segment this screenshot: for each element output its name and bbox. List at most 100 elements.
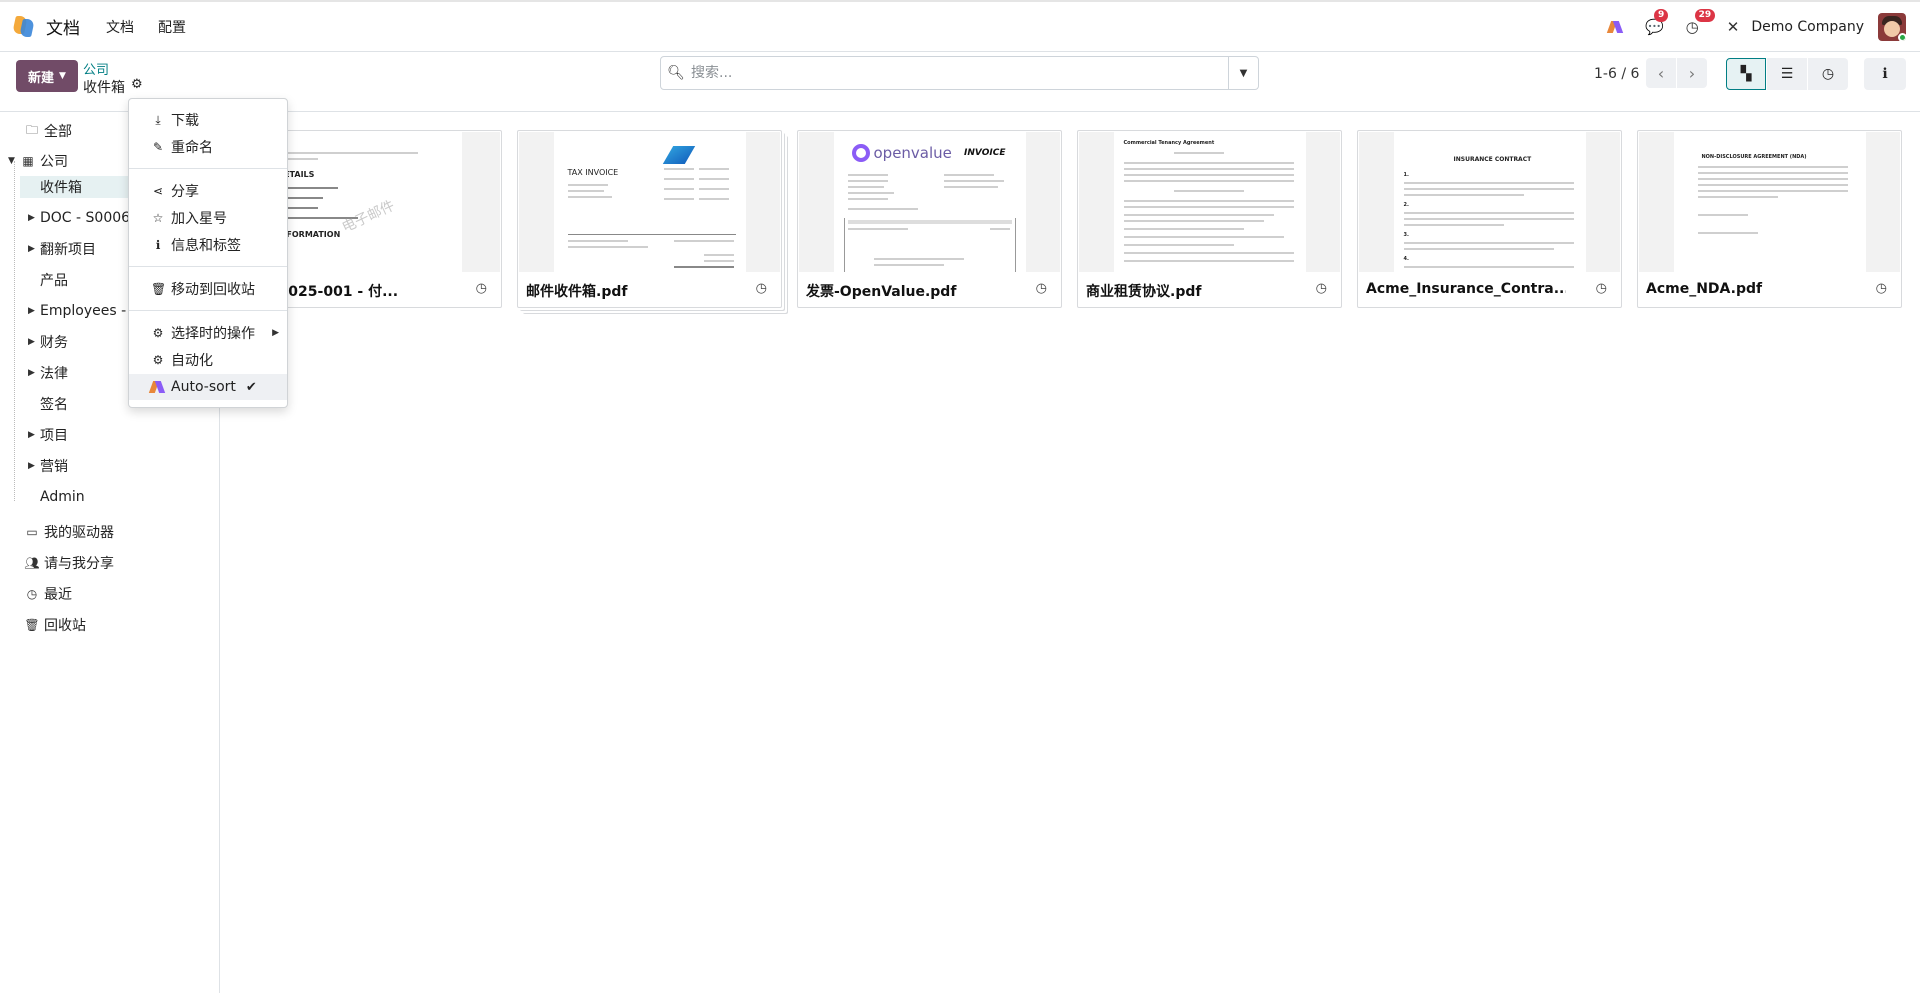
menu-item-label: 分享 [171, 184, 199, 200]
pager-previous-icon[interactable]: ‹ [1646, 58, 1676, 88]
folder-shared-with-me[interactable]: 👥︎ 请与我分享 [24, 552, 114, 574]
folder-recent-label: 最近 [44, 587, 72, 603]
folder-recent[interactable]: ◷ 最近 [24, 583, 72, 605]
document-card[interactable]: openvalue INVOICE 发票-OpenValue.pdf ◷ [797, 130, 1062, 308]
folder-trash[interactable]: 🗑︎ 回收站 [24, 614, 86, 636]
search-icon: 🔍︎ [667, 65, 685, 81]
user-avatar[interactable] [1878, 13, 1906, 41]
activity-clock-icon[interactable]: ◷ [756, 281, 767, 296]
search-input[interactable] [691, 57, 1228, 89]
menu-item-share[interactable]: ⋖ 分享 [129, 178, 287, 204]
menu-item-move-to-trash[interactable]: 🗑︎ 移动到回收站 [129, 276, 287, 302]
folder-inbox[interactable]: 收件箱 [40, 176, 82, 198]
document-name[interactable]: 邮件收件箱.pdf [526, 281, 726, 301]
messages-icon[interactable]: 💬 9 [1645, 9, 1669, 36]
menu-item-download[interactable]: ⤓ 下载 [129, 107, 287, 133]
search-options-toggle[interactable]: ▼ [1228, 57, 1258, 89]
hard-drive-icon: ▭ [26, 525, 38, 539]
folder-legal-label: 法律 [40, 366, 68, 382]
folder-finance-label: 财务 [40, 335, 68, 351]
menu-item-autosort[interactable]: Auto-sort ✔ [129, 374, 287, 400]
menu-item-label: 自动化 [171, 353, 213, 369]
folder-projects[interactable]: ▶ 项目 [28, 424, 68, 446]
checkmark-icon: ✔ [245, 379, 257, 395]
kanban-view-icon[interactable]: ▚ [1726, 58, 1766, 90]
menu-item-automation[interactable]: ⚙ 自动化 [129, 347, 287, 373]
folder-products-label: 产品 [40, 273, 68, 289]
folder-doc-label: DOC - S00060 [40, 210, 139, 226]
folder-sign[interactable]: 签名 [40, 393, 68, 415]
folder-renovation[interactable]: ▶ 翻新项目 [28, 238, 96, 260]
document-thumbnail: INSURANCE CONTRACT 1. 2. 3. 4. [1359, 132, 1620, 272]
ai-assistant-icon[interactable] [1606, 21, 1624, 33]
caret-right-icon: ▶ [28, 430, 35, 440]
folder-company[interactable]: ▼ ▦ 公司 [8, 150, 68, 172]
tree-guide [14, 161, 15, 501]
folder-all-label: 全部 [44, 124, 72, 140]
document-name[interactable]: Acme_Insurance_Contra... [1366, 281, 1566, 297]
document-card[interactable]: Commercial Tenancy Agreement 商业租赁协议.pdf … [1077, 130, 1342, 308]
folder-legal[interactable]: ▶ 法律 [28, 362, 68, 384]
caret-right-icon: ▶ [28, 306, 35, 316]
activity-clock-icon[interactable]: ◷ [1596, 281, 1607, 296]
thumb-title: NON-DISCLOSURE AGREEMENT (NDA) [1701, 154, 1807, 160]
folder-marketing[interactable]: ▶ 营销 [28, 455, 68, 477]
menu-item-label: 加入星号 [171, 211, 227, 227]
folder-doc[interactable]: ▶ DOC - S00060 [28, 207, 139, 229]
folder-admin[interactable]: Admin [40, 486, 85, 508]
folder-all[interactable]: 🗀 全部 [24, 120, 72, 142]
documents-app-logo[interactable] [12, 15, 36, 38]
caret-right-icon: ▶ [28, 213, 35, 223]
building-icon: ▦ [22, 154, 34, 168]
new-button[interactable]: 新建 ▼ [16, 60, 78, 92]
messages-badge: 9 [1653, 9, 1669, 22]
thumb-title: INSURANCE CONTRACT [1453, 156, 1532, 163]
debug-tools-icon[interactable]: ✕ [1727, 18, 1740, 36]
menu-divider [129, 168, 287, 169]
gear-icon[interactable]: ⚙ [131, 77, 143, 92]
activity-clock-icon[interactable]: ◷ [1316, 281, 1327, 296]
menu-divider [129, 310, 287, 311]
activity-clock-icon[interactable]: ◷ [476, 281, 487, 296]
document-card[interactable]: NON-DISCLOSURE AGREEMENT (NDA) Acme_NDA.… [1637, 130, 1902, 308]
document-card[interactable]: INSURANCE CONTRACT 1. 2. 3. 4. Acme_Insu… [1357, 130, 1622, 308]
menu-configuration[interactable]: 配置 [158, 17, 186, 37]
folder-marketing-label: 营销 [40, 459, 68, 475]
company-switcher[interactable]: Demo Company [1751, 19, 1864, 35]
menu-item-label: Auto-sort [171, 379, 236, 395]
star-icon: ☆ [152, 211, 164, 225]
breadcrumb-parent[interactable]: 公司 [83, 59, 109, 78]
activity-clock-icon[interactable]: ◷ [1036, 281, 1047, 296]
menu-item-star[interactable]: ☆ 加入星号 [129, 205, 287, 231]
activities-icon[interactable]: ◷ 29 [1686, 9, 1716, 36]
pager-value[interactable]: 1-6 / 6 [1594, 66, 1639, 82]
app-name[interactable]: 文档 [46, 14, 80, 39]
pager-next-icon[interactable]: › [1677, 58, 1707, 88]
caret-down-icon: ▼ [8, 156, 15, 166]
list-view-icon[interactable]: ☰ [1767, 58, 1807, 90]
info-icon[interactable]: ℹ [1864, 58, 1906, 90]
folder-icon: 🗀 [25, 122, 38, 137]
menu-item-rename[interactable]: ✎ 重命名 [129, 134, 287, 160]
document-thumbnail: Commercial Tenancy Agreement [1079, 132, 1340, 272]
activity-view-icon[interactable]: ◷ [1808, 58, 1848, 90]
folder-finance[interactable]: ▶ 财务 [28, 331, 68, 353]
folder-my-drive[interactable]: ▭ 我的驱动器 [24, 521, 114, 543]
caret-right-icon: ▶ [28, 461, 35, 471]
folder-shared-label: 请与我分享 [44, 556, 114, 572]
download-icon: ⤓ [155, 112, 161, 127]
document-name[interactable]: 发票-OpenValue.pdf [806, 281, 1006, 301]
menu-documents[interactable]: 文档 [106, 17, 134, 37]
breadcrumb-current: 收件箱 [83, 80, 125, 96]
thumb-title: INVOICE [964, 148, 1006, 158]
document-name[interactable]: Acme_NDA.pdf [1646, 281, 1846, 297]
activity-clock-icon[interactable]: ◷ [1876, 281, 1887, 296]
folder-products[interactable]: 产品 [40, 269, 68, 291]
menu-item-selection-actions[interactable]: ⚙ 选择时的操作 ▶ [129, 320, 287, 346]
menu-item-label: 信息和标签 [171, 238, 241, 254]
caret-right-icon: ▶ [28, 368, 35, 378]
menu-item-info-tags[interactable]: ℹ 信息和标签 [129, 232, 287, 258]
document-card[interactable]: TAX INVOICE 邮件收件箱.pdf ◷ [517, 130, 782, 308]
document-name[interactable]: 商业租赁协议.pdf [1086, 281, 1286, 301]
ai-sort-icon [148, 381, 166, 393]
